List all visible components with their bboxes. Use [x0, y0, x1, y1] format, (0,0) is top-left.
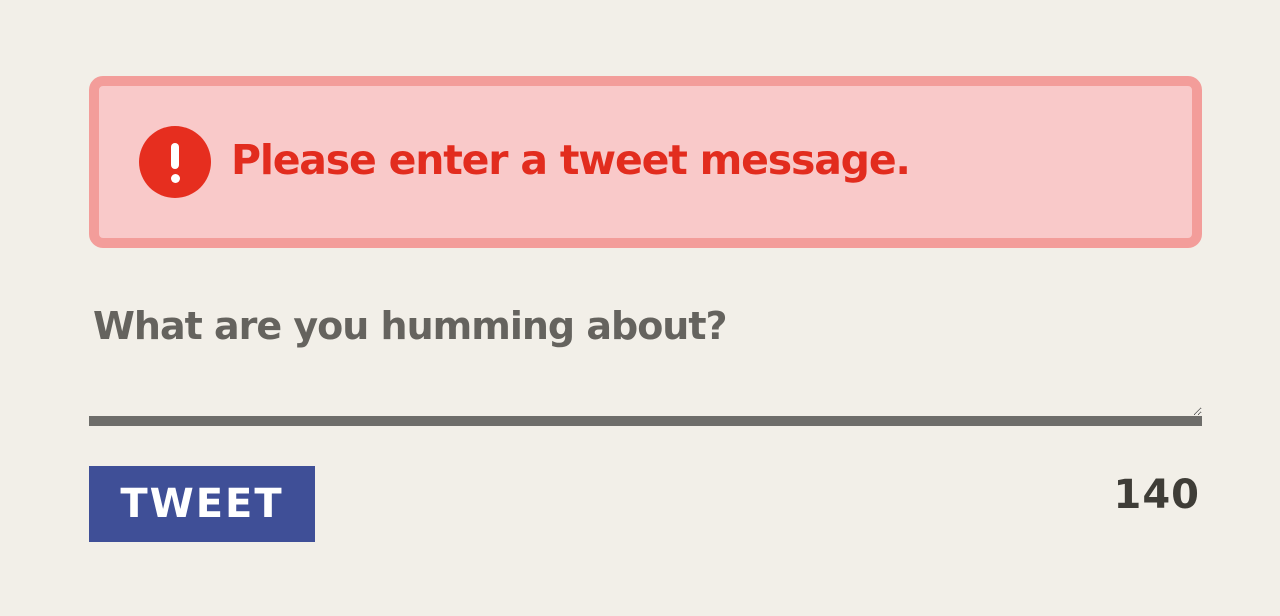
tweet-textarea[interactable]	[89, 290, 1202, 426]
tweet-button[interactable]: TWEET	[89, 466, 315, 542]
character-count: 140	[1113, 472, 1200, 518]
error-alert: Please enter a tweet message.	[89, 76, 1202, 248]
exclamation-circle-icon	[139, 126, 211, 198]
error-message: Please enter a tweet message.	[231, 136, 911, 184]
